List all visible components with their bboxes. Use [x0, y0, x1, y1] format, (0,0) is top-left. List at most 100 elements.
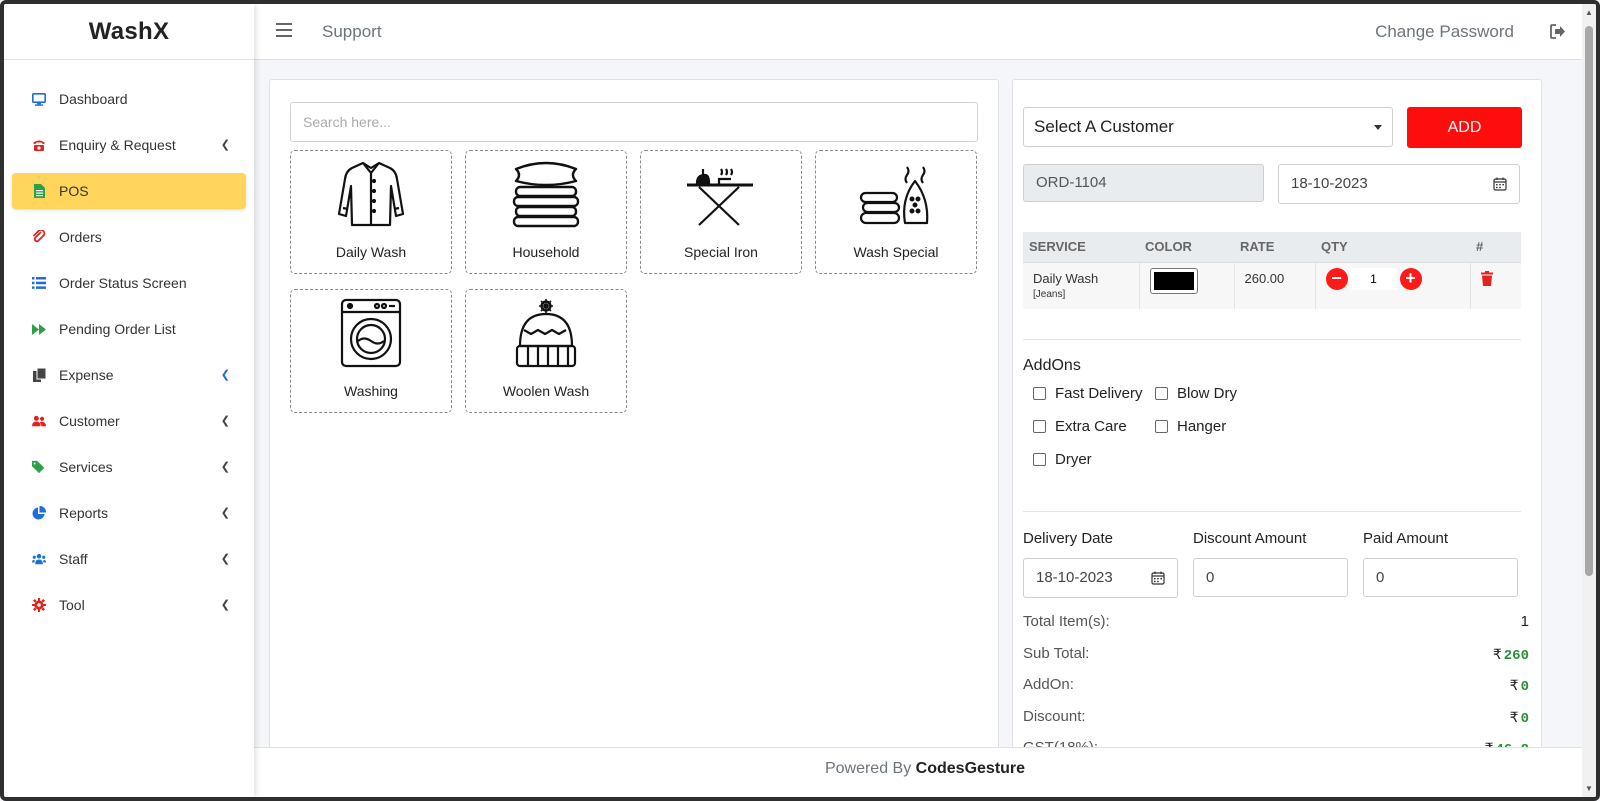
service-subtype: [Jeans] — [1033, 288, 1066, 300]
sidebar-item-pos[interactable]: POS — [12, 173, 246, 209]
logout-icon[interactable] — [1550, 24, 1566, 44]
service-card-label: Daily Wash — [335, 244, 407, 260]
total-items-label: Total Item(s): — [1023, 613, 1110, 630]
service-card-label: Household — [512, 244, 580, 260]
service-name: Daily Wash — [1033, 270, 1099, 286]
footer-company-link[interactable]: CodesGesture — [916, 760, 1025, 777]
sidebar-item-enquiry[interactable]: Enquiry & Request ❮ — [12, 127, 246, 163]
order-panel: Select A Customer ADD ORD-1104 18-10-202… — [1012, 79, 1542, 759]
sidebar-item-staff[interactable]: Staff ❮ — [12, 541, 246, 577]
monitor-icon — [32, 92, 46, 106]
sidebar-item-label: Pending Order List — [59, 321, 176, 337]
customer-select[interactable]: Select A Customer — [1023, 107, 1393, 147]
table-row: Daily Wash [Jeans] 260.00 − + — [1023, 261, 1521, 309]
sidebar-item-tool[interactable]: Tool ❮ — [12, 587, 246, 623]
sidebar-item-expense[interactable]: Expense ❮ — [12, 357, 246, 393]
sidebar-item-label: Dashboard — [59, 91, 128, 107]
pie-chart-icon — [32, 506, 46, 520]
sidebar-item-orders[interactable]: Orders — [12, 219, 246, 255]
sidebar-item-label: Customer — [59, 413, 120, 429]
shirt-icon — [337, 161, 405, 227]
increase-qty-button[interactable]: + — [1399, 267, 1422, 290]
change-password-link[interactable]: Change Password — [1375, 22, 1514, 42]
support-link[interactable]: Support — [322, 22, 382, 42]
cell-service: Daily Wash [Jeans] — [1023, 261, 1140, 309]
calendar-icon[interactable] — [1493, 177, 1507, 195]
addon-dryer-checkbox[interactable]: Dryer — [1033, 451, 1092, 468]
checkbox-box[interactable] — [1155, 420, 1168, 433]
trash-icon[interactable] — [1480, 270, 1493, 289]
table-header-row: SERVICE COLOR RATE QTY # — [1023, 232, 1521, 262]
divider — [1023, 511, 1521, 512]
ironing-board-icon — [687, 168, 753, 226]
chevron-left-icon: ❮ — [220, 553, 230, 565]
discount-amount-input[interactable]: 0 — [1193, 558, 1348, 597]
service-card-household[interactable]: Household — [465, 150, 627, 274]
addon-label: Blow Dry — [1177, 385, 1238, 402]
color-picker[interactable] — [1149, 267, 1198, 294]
sidebar-item-label: Orders — [59, 229, 102, 245]
delivery-date-field[interactable]: 18-10-2023 — [1023, 558, 1178, 598]
chevron-left-icon: ❮ — [220, 415, 230, 427]
decrease-qty-button[interactable]: − — [1325, 267, 1348, 290]
paid-amount-input[interactable]: 0 — [1363, 558, 1518, 597]
service-card-label: Woolen Wash — [502, 383, 590, 399]
telephone-icon — [32, 138, 46, 152]
order-date-field[interactable]: 18-10-2023 — [1278, 164, 1520, 204]
hamburger-icon[interactable] — [276, 23, 292, 37]
sidebar-item-customer[interactable]: Customer ❮ — [12, 403, 246, 439]
column-header-qty: QTY — [1315, 232, 1470, 262]
checkbox-box[interactable] — [1033, 453, 1046, 466]
color-swatch — [1153, 271, 1194, 290]
footer: Powered By CodesGesture — [254, 747, 1596, 797]
search-input[interactable] — [290, 102, 978, 142]
caret-down-icon — [1374, 125, 1382, 130]
addon-blow-dry-checkbox[interactable]: Blow Dry — [1155, 385, 1237, 402]
page-scrollbar[interactable]: ▲ ▼ — [1582, 4, 1596, 797]
addon-extra-care-checkbox[interactable]: Extra Care — [1033, 418, 1127, 435]
calendar-icon[interactable] — [1151, 571, 1165, 589]
chevron-left-icon: ❮ — [220, 599, 230, 611]
quantity-input[interactable] — [1350, 267, 1397, 290]
service-card-washing[interactable]: Washing — [290, 289, 452, 413]
checkbox-box[interactable] — [1155, 387, 1168, 400]
sidebar-nav: Dashboard Enquiry & Request ❮ POS Orders… — [4, 60, 254, 623]
sidebar: WashX Dashboard Enquiry & Request ❮ POS … — [4, 4, 254, 797]
tags-icon — [32, 460, 46, 474]
sidebar-item-services[interactable]: Services ❮ — [12, 449, 246, 485]
sidebar-item-label: POS — [59, 183, 89, 199]
column-header-color: COLOR — [1139, 232, 1234, 262]
checkbox-box[interactable] — [1033, 387, 1046, 400]
rupee-symbol: ₹ — [1509, 677, 1519, 693]
sidebar-item-label: Staff — [59, 551, 88, 567]
scroll-down-icon[interactable]: ▼ — [1585, 784, 1593, 793]
subtotal-value: ₹260 — [1493, 646, 1529, 664]
addon-fast-delivery-checkbox[interactable]: Fast Delivery — [1033, 385, 1143, 402]
add-customer-button[interactable]: ADD — [1407, 107, 1522, 148]
brand-logo[interactable]: WashX — [4, 4, 254, 60]
addon-label: Extra Care — [1055, 418, 1127, 435]
scrollbar-thumb[interactable] — [1585, 26, 1593, 576]
users-icon — [32, 414, 46, 428]
delivery-date-label: Delivery Date — [1023, 530, 1114, 547]
service-panel: Daily Wash Household Special Iron — [269, 79, 999, 759]
service-card-daily-wash[interactable]: Daily Wash — [290, 150, 452, 274]
customer-select-value: Select A Customer — [1034, 117, 1174, 136]
sidebar-item-dashboard[interactable]: Dashboard — [12, 81, 246, 117]
sidebar-item-reports[interactable]: Reports ❮ — [12, 495, 246, 531]
service-card-wash-special[interactable]: Wash Special — [815, 150, 977, 274]
checkbox-box[interactable] — [1033, 420, 1046, 433]
scroll-up-icon[interactable]: ▲ — [1585, 8, 1593, 17]
sidebar-item-pending-orders[interactable]: Pending Order List — [12, 311, 246, 347]
total-items-value: 1 — [1520, 613, 1529, 630]
addon-label: Fast Delivery — [1055, 385, 1143, 402]
addon-total-label: AddOn: — [1023, 676, 1074, 693]
column-header-actions: # — [1470, 232, 1521, 262]
sidebar-item-order-status[interactable]: Order Status Screen — [12, 265, 246, 301]
service-card-woolen-wash[interactable]: Woolen Wash — [465, 289, 627, 413]
addon-hanger-checkbox[interactable]: Hanger — [1155, 418, 1226, 435]
amount: 0 — [1520, 711, 1529, 727]
delivery-date-value: 18-10-2023 — [1036, 569, 1113, 586]
app-window: WashX Dashboard Enquiry & Request ❮ POS … — [0, 0, 1600, 801]
service-card-special-iron[interactable]: Special Iron — [640, 150, 802, 274]
